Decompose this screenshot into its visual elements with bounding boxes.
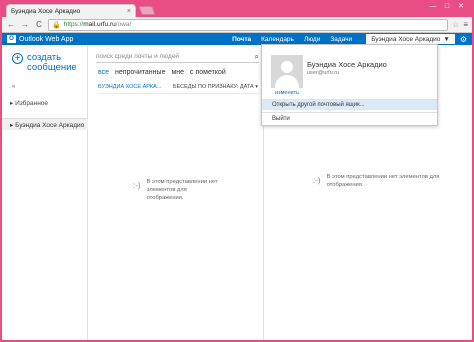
- nav-calendar[interactable]: Календарь: [261, 36, 294, 43]
- sort-row: БУЭНДИА ХОСЕ АРКА... БЕСЕДЫ ПО ПРИЗНАКУ:…: [98, 84, 258, 94]
- maximize-icon[interactable]: □: [440, 2, 454, 12]
- nav-tasks[interactable]: Задачи: [330, 36, 352, 43]
- smiley-icon: :-): [313, 176, 321, 185]
- minimize-icon[interactable]: —: [426, 2, 440, 12]
- filter-all[interactable]: все: [98, 69, 109, 76]
- browser-menu-icon[interactable]: ≡: [463, 20, 468, 29]
- nav-mail[interactable]: Почта: [232, 36, 251, 43]
- change-photo-link[interactable]: изменить: [271, 90, 303, 96]
- smiley-icon: :-): [133, 181, 141, 190]
- browser-tab[interactable]: Буэндиа Хосе Аркадио ×: [6, 4, 136, 67]
- chevron-down-icon: ▼: [443, 35, 450, 43]
- address-bar[interactable]: 🔒 https://mail.urfu.ru/owa/: [48, 18, 449, 31]
- empty-reading-text: В этом представлении нет элементов для о…: [326, 174, 440, 188]
- message-list-pane: поиск среди почты и людей ⌕ все непрочит…: [89, 45, 264, 340]
- bookmark-star-icon[interactable]: ☆: [452, 20, 459, 29]
- folder-pane: + создать сообщение « ▸ Избранное ▸ Буэн…: [2, 45, 88, 340]
- tab-title: Буэндиа Хосе Аркадио: [11, 7, 81, 15]
- search-input[interactable]: поиск среди почты и людей ⌕: [96, 52, 259, 63]
- user-profile-dropdown: Буэндиа Хосе Аркадио user@urfu.ru измени…: [261, 44, 438, 126]
- search-icon[interactable]: ⌕: [255, 52, 259, 62]
- new-mail-label: создать сообщение: [27, 52, 77, 73]
- browser-toolbar: ← → C 🔒 https://mail.urfu.ru/owa/ ☆ ≡: [2, 17, 472, 33]
- avatar: [271, 55, 303, 88]
- owa-nav: Почта Календарь Люди Задачи Буэндиа Хосе…: [232, 34, 455, 44]
- avatar-body: [275, 75, 299, 88]
- user-menu-button[interactable]: Буэндиа Хосе Аркадио ▼: [366, 34, 455, 44]
- owa-logo[interactable]: O Outlook Web App: [7, 35, 73, 43]
- filter-unread[interactable]: непрочитанные: [115, 69, 165, 76]
- user-name: Буэндиа Хосе Аркадио: [371, 35, 441, 43]
- nav-people[interactable]: Люди: [304, 36, 320, 43]
- window-controls: — □ ✕: [426, 2, 468, 12]
- mailbox-owner-label[interactable]: БУЭНДИА ХОСЕ АРКА...: [98, 84, 161, 90]
- empty-list-message: :-) В этом представлении нет элементов д…: [133, 178, 225, 202]
- gear-icon[interactable]: ⚙: [460, 35, 467, 44]
- url-scheme: https://: [63, 21, 84, 28]
- empty-list-text: В этом представлении нет элементов для о…: [146, 179, 218, 201]
- empty-reading-message: :-) В этом представлении нет элементов д…: [313, 173, 447, 189]
- open-other-mailbox-item[interactable]: Открыть другой почтовый ящик...: [262, 100, 437, 110]
- browser-window: Буэндиа Хосе Аркадио × — □ ✕ ← → C 🔒 htt…: [0, 0, 474, 342]
- forward-icon[interactable]: →: [20, 20, 30, 29]
- avatar-head: [281, 61, 293, 73]
- url-host: mail.urfu.ru: [83, 21, 116, 28]
- tab-close-icon[interactable]: ×: [127, 8, 131, 15]
- new-mail-button[interactable]: + создать сообщение: [12, 53, 87, 73]
- profile-name: Буэндиа Хосе Аркадио: [307, 60, 387, 69]
- tab-strip: Буэндиа Хосе Аркадио × — □ ✕: [0, 0, 474, 67]
- collapse-pane-icon[interactable]: «: [12, 84, 15, 90]
- filter-to-me[interactable]: мне: [171, 69, 184, 76]
- outlook-logo-icon: O: [7, 35, 16, 43]
- favorites-folder[interactable]: ▸ Избранное: [10, 99, 48, 107]
- account-folder[interactable]: ▸ Буэндиа Хосе Аркадио: [2, 118, 88, 130]
- close-window-icon[interactable]: ✕: [454, 2, 468, 12]
- filter-flagged[interactable]: с пометкой: [190, 69, 226, 76]
- lock-icon: 🔒: [52, 21, 61, 29]
- sort-dropdown[interactable]: БЕСЕДЫ ПО ПРИЗНАКУ: ДАТА ▾: [173, 84, 258, 90]
- sign-out-item[interactable]: Выйти: [272, 116, 290, 122]
- divider: [262, 112, 437, 113]
- plus-icon: +: [12, 53, 23, 64]
- filter-bar: все непрочитанные мне с пометкой: [98, 69, 226, 76]
- new-tab-button[interactable]: [138, 6, 156, 15]
- app-name: Outlook Web App: [19, 35, 74, 43]
- search-placeholder: поиск среди почты и людей: [96, 53, 180, 60]
- reload-icon[interactable]: C: [34, 20, 44, 29]
- back-icon[interactable]: ←: [6, 20, 16, 29]
- profile-email: user@urfu.ru: [307, 70, 340, 76]
- url-path: /owa/: [115, 21, 132, 28]
